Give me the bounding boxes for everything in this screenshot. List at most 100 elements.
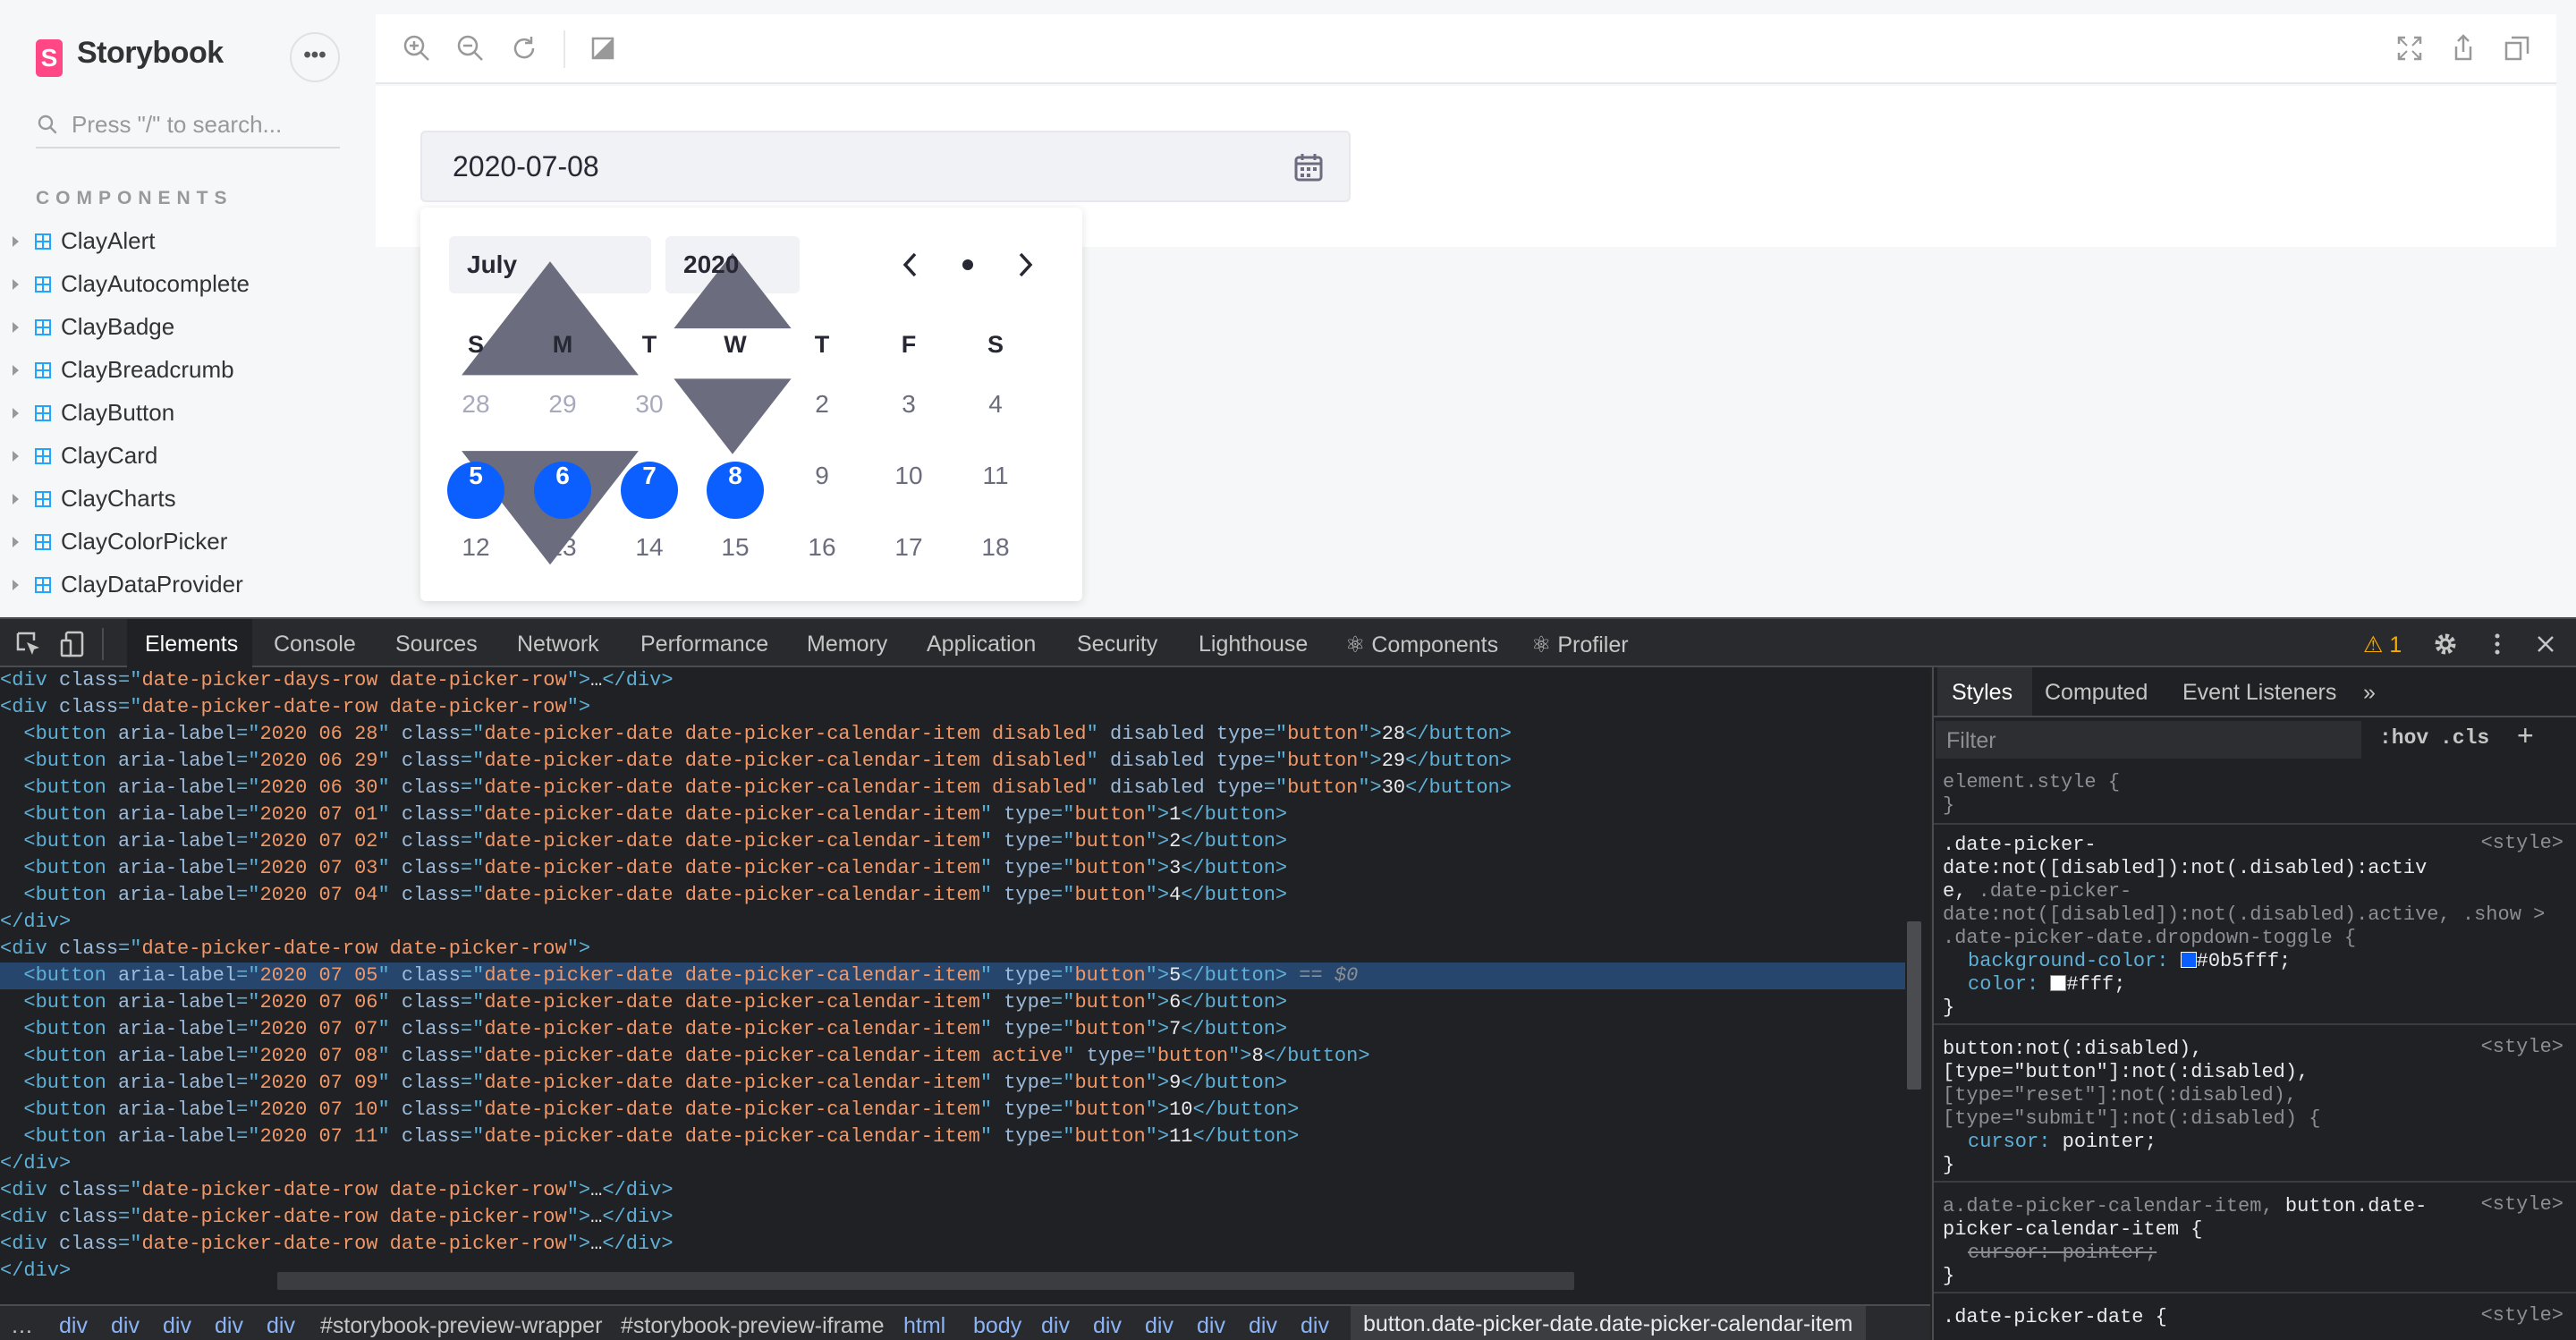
more-menu-button[interactable]: ••• <box>290 32 340 82</box>
search-bar[interactable]: Press "/" to search... <box>36 109 340 148</box>
rule-source-link[interactable]: <style> <box>2481 1304 2563 1327</box>
calendar-day[interactable]: 6 <box>534 462 591 519</box>
calendar-day[interactable]: 18 <box>967 533 1024 590</box>
month-select[interactable]: July <box>449 236 651 565</box>
style-declaration[interactable]: background-color: #0b5fff; <box>1968 950 2291 973</box>
sidebar-item-clayautocomplete[interactable]: ClayAutocomplete <box>0 267 358 302</box>
expand-caret-icon[interactable] <box>13 537 19 547</box>
calendar-day[interactable]: 2 <box>793 390 851 447</box>
tab-styles[interactable]: Styles <box>1952 680 2012 706</box>
dom-node-line[interactable]: <button aria-label="2020 06 30" class="d… <box>0 775 1512 801</box>
tab-console[interactable]: Console <box>274 632 356 657</box>
breadcrumb-item[interactable]: div <box>111 1313 140 1339</box>
tab-performance[interactable]: Performance <box>640 632 768 657</box>
color-swatch[interactable] <box>2180 952 2197 968</box>
fullscreen-icon[interactable] <box>2394 32 2426 64</box>
dom-node-line[interactable]: <div class="date-picker-date-row date-pi… <box>0 1204 674 1231</box>
dom-node-line[interactable]: <button aria-label="2020 07 05" class="d… <box>0 963 1905 989</box>
sidebar-item-claybadge[interactable]: ClayBadge <box>0 310 358 345</box>
device-toolbar-icon[interactable] <box>59 630 88 658</box>
tab-event-listeners[interactable]: Event Listeners <box>2182 680 2336 706</box>
expand-caret-icon[interactable] <box>13 365 19 376</box>
app-title[interactable]: Storybook <box>77 36 224 71</box>
elements-dom-tree[interactable]: <div class="date-picker-days-row date-pi… <box>0 667 1930 1304</box>
today-dot-icon[interactable] <box>950 245 986 284</box>
calendar-day[interactable]: 3 <box>880 390 937 447</box>
dom-node-line[interactable]: <button aria-label="2020 07 07" class="d… <box>0 1016 1287 1043</box>
sidebar-item-claycolorpicker[interactable]: ClayColorPicker <box>0 524 358 560</box>
calendar-day[interactable]: 8 <box>707 462 764 519</box>
breadcrumb-item[interactable]: body <box>973 1313 1021 1339</box>
sidebar-item-claydataprovider[interactable]: ClayDataProvider <box>0 567 358 603</box>
sidebar-item-clayalert[interactable]: ClayAlert <box>0 224 358 259</box>
calendar-day[interactable]: 5 <box>447 462 504 519</box>
settings-gear-icon[interactable] <box>2431 630 2460 658</box>
calendar-day[interactable]: 14 <box>621 533 678 590</box>
calendar-day[interactable]: 15 <box>707 533 764 590</box>
dom-node-line[interactable]: <button aria-label="2020 07 09" class="d… <box>0 1070 1287 1097</box>
hover-state-toggle[interactable]: :hov <box>2379 726 2428 750</box>
horizontal-scrollbar[interactable] <box>277 1272 1574 1290</box>
style-declaration[interactable]: color: #fff; <box>1968 973 2125 997</box>
zoom-in-icon[interactable] <box>401 32 433 64</box>
breadcrumb-item[interactable]: div <box>1145 1313 1174 1339</box>
date-input[interactable]: 2020-07-08 <box>420 131 1351 202</box>
dom-node-line[interactable]: <div class="date-picker-date-row date-pi… <box>0 694 590 721</box>
more-options-icon[interactable] <box>2483 630 2512 658</box>
tab-elements[interactable]: Elements <box>145 632 238 657</box>
calendar-day[interactable]: 4 <box>967 390 1024 447</box>
calendar-day[interactable]: 13 <box>534 533 591 590</box>
dom-node-line[interactable]: <button aria-label="2020 07 10" class="d… <box>0 1097 1299 1124</box>
breadcrumb-item[interactable]: div <box>1249 1313 1277 1339</box>
zoom-out-icon[interactable] <box>454 32 487 64</box>
warning-count-badge[interactable]: ⚠ 1 <box>2363 632 2402 658</box>
sidebar-item-claybreadcrumb[interactable]: ClayBreadcrumb <box>0 352 358 388</box>
breadcrumb-item[interactable]: div <box>1041 1313 1070 1339</box>
breadcrumb-item[interactable]: div <box>215 1313 243 1339</box>
tab-components[interactable]: ⚛ Components <box>1345 632 1498 658</box>
dom-node-line[interactable]: <button aria-label="2020 07 01" class="d… <box>0 801 1287 828</box>
breadcrumb-item[interactable]: #storybook-preview-wrapper <box>320 1313 602 1339</box>
dom-node-line[interactable]: <button aria-label="2020 07 08" class="d… <box>0 1043 1369 1070</box>
year-select[interactable]: 2020 <box>665 236 800 454</box>
dom-node-line[interactable]: <div class="date-picker-date-row date-pi… <box>0 936 590 963</box>
dom-node-line[interactable]: <div class="date-picker-days-row date-pi… <box>0 667 674 694</box>
share-icon[interactable] <box>2447 32 2479 64</box>
expand-caret-icon[interactable] <box>13 451 19 462</box>
calendar-day[interactable]: 10 <box>880 462 937 519</box>
tab-profiler[interactable]: ⚛ Profiler <box>1531 632 1629 658</box>
previous-month-icon[interactable] <box>893 245 928 284</box>
inspect-element-icon[interactable] <box>14 630 43 658</box>
rule-source-link[interactable]: <style> <box>2481 1036 2563 1058</box>
dom-node-line[interactable]: <button aria-label="2020 07 02" class="d… <box>0 828 1287 855</box>
dom-node-line[interactable]: <button aria-label="2020 07 03" class="d… <box>0 855 1287 882</box>
breadcrumb-item[interactable]: div <box>59 1313 88 1339</box>
tab-application[interactable]: Application <box>927 632 1036 657</box>
expand-caret-icon[interactable] <box>13 279 19 290</box>
dom-node-line[interactable]: </div> <box>0 909 71 936</box>
sidebar-item-claybutton[interactable]: ClayButton <box>0 395 358 431</box>
calendar-day[interactable]: 7 <box>621 462 678 519</box>
breadcrumb-item[interactable]: div <box>1197 1313 1225 1339</box>
copy-icon[interactable] <box>2501 32 2533 64</box>
breadcrumb-item[interactable]: div <box>1093 1313 1122 1339</box>
calendar-day[interactable]: 11 <box>967 462 1024 519</box>
styles-filter-input[interactable]: Filter <box>1936 721 2361 759</box>
new-style-rule-button[interactable]: + <box>2517 719 2534 752</box>
next-month-icon[interactable] <box>1007 245 1043 284</box>
color-swatch[interactable] <box>2050 975 2067 991</box>
breadcrumb-item[interactable]: #storybook-preview-iframe <box>621 1313 885 1339</box>
breadcrumb-item[interactable]: div <box>267 1313 295 1339</box>
sidebar-item-claycharts[interactable]: ClayCharts <box>0 481 358 517</box>
dom-node-line[interactable]: <button aria-label="2020 06 29" class="d… <box>0 748 1512 775</box>
rule-source-link[interactable]: <style> <box>2481 1193 2563 1216</box>
search-input[interactable]: Press "/" to search... <box>72 111 282 139</box>
storybook-logo-icon[interactable]: S <box>36 39 63 77</box>
tab-computed[interactable]: Computed <box>2045 680 2148 706</box>
style-declaration[interactable]: cursor: pointer; <box>1968 1131 2157 1154</box>
tab-network[interactable]: Network <box>517 632 599 657</box>
more-tabs-icon[interactable]: » <box>2363 680 2376 706</box>
background-icon[interactable] <box>587 32 619 64</box>
calendar-day[interactable]: 12 <box>447 533 504 590</box>
overridden-declaration[interactable]: cursor: pointer; <box>1968 1242 2157 1265</box>
